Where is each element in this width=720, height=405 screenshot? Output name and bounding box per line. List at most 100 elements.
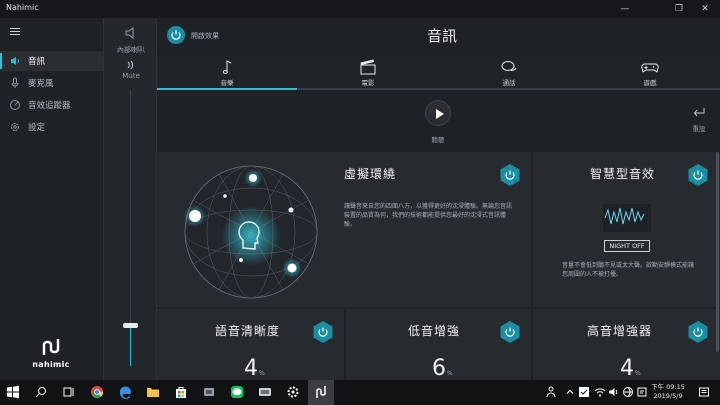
mute-label[interactable]: Mute <box>104 72 158 80</box>
smart-volume-power-button[interactable] <box>687 163 709 187</box>
music-note-icon <box>222 60 232 74</box>
store-button[interactable] <box>168 380 194 405</box>
volume-panel: 內部喇叭 Mute <box>103 18 157 380</box>
volume-icon[interactable] <box>608 386 620 398</box>
sidebar-item-audio[interactable]: 音訊 <box>0 51 103 71</box>
play-label: 聽聽 <box>431 136 445 144</box>
clock[interactable]: 下午 09:15 2019/5/9 <box>648 383 688 401</box>
volume-slider-handle[interactable] <box>123 322 138 328</box>
play-button[interactable] <box>425 100 451 126</box>
globe-icon[interactable] <box>622 386 634 398</box>
chevron-up-icon[interactable] <box>565 387 575 397</box>
chat-bubble-icon <box>501 61 517 72</box>
tab-label: 遊戲 <box>643 79 657 87</box>
microphone-icon <box>11 77 19 88</box>
voice-clarity-value: 4% <box>244 356 265 381</box>
active-tab-indicator <box>157 88 297 90</box>
surround-power-button[interactable] <box>499 163 521 187</box>
app-button[interactable] <box>252 380 278 405</box>
folder-icon <box>147 388 159 397</box>
night-mode-badge[interactable]: NIGHT OFF <box>604 240 650 252</box>
card-title: 低音增強 <box>408 324 461 338</box>
chrome-button[interactable] <box>84 380 110 405</box>
gear-icon <box>11 123 19 131</box>
start-button[interactable] <box>0 380 26 405</box>
clock-date: 2019/5/9 <box>653 392 683 400</box>
speaker-icon <box>11 57 19 65</box>
reset-icon[interactable] <box>692 107 706 119</box>
reset-label[interactable]: 重設 <box>685 123 713 133</box>
wifi-icon[interactable] <box>594 386 606 398</box>
task-view-button[interactable] <box>56 380 82 405</box>
input-method-icon[interactable] <box>636 386 648 398</box>
card-title: 語音清晰度 <box>215 324 281 338</box>
scrollbar[interactable] <box>716 152 719 352</box>
sidebar-item-label: 麥克風 <box>28 79 54 89</box>
sidebar-item-label: 音效追蹤器 <box>28 101 71 111</box>
sidebar-item-tracker[interactable]: 音效追蹤器 <box>0 95 103 115</box>
main-panel: 開啟效果 音訊 音樂 電影 通話 遊戲 聽聽 重設 虛擬環繞 讓聲音來自您的四面… <box>157 18 720 381</box>
sphere-illustration <box>184 165 318 299</box>
smart-volume-card: 智慧型音效 NIGHT OFF 音量不會低到聽不見或太大聲。啟動安靜模式能讓您周… <box>533 152 720 307</box>
tab-label: 電影 <box>361 79 375 87</box>
tab-label: 音樂 <box>220 79 234 87</box>
speaker-icon[interactable] <box>124 26 138 40</box>
brand-logo: nahimic <box>25 338 77 369</box>
voice-clarity-power-button[interactable] <box>312 320 334 344</box>
treble-power-button[interactable] <box>687 320 709 344</box>
surround-card: 虛擬環繞 讓聲音來自您的四面八方，以獲得更好的沈浸體驗。無論您音訊裝置的品質為何… <box>157 152 531 307</box>
sidebar-item-label: 設定 <box>28 123 46 133</box>
tracker-icon <box>10 100 20 110</box>
bass-boost-card: 低音增強 6% <box>346 309 531 381</box>
page-title: 音訊 <box>426 27 457 45</box>
file-explorer-button[interactable] <box>140 380 166 405</box>
treble-card: 高音增強器 4% <box>533 309 720 381</box>
voice-clarity-card: 語音清晰度 4% <box>157 309 344 381</box>
card-title: 高音增強器 <box>587 324 653 338</box>
bass-boost-power-button[interactable] <box>499 320 521 344</box>
taskbar: 下午 09:15 2019/5/9 <box>0 380 720 405</box>
tab-call[interactable]: 通話 <box>439 55 579 91</box>
clock-time: 下午 09:15 <box>651 383 685 391</box>
volume-fill <box>130 324 131 366</box>
tab-music[interactable]: 音樂 <box>157 55 297 91</box>
sound-wave-icon[interactable] <box>126 60 136 70</box>
search-icon <box>35 387 46 398</box>
play-icon <box>436 109 444 119</box>
menu-icon[interactable] <box>10 28 20 37</box>
card-title: 智慧型音效 <box>590 167 656 181</box>
card-description: 讓聲音來自您的四面八方，以獲得更好的沈浸體驗。無論您音訊裝置的品質為何，我們的技… <box>344 203 513 228</box>
app-button[interactable] <box>196 380 222 405</box>
tab-divider <box>298 88 720 90</box>
windows-icon <box>7 385 19 399</box>
sidebar-item-microphone[interactable]: 麥克風 <box>0 73 103 93</box>
gamepad-icon <box>641 63 659 73</box>
sidebar-item-label: 音訊 <box>28 57 46 67</box>
tab-movie[interactable]: 電影 <box>298 55 438 91</box>
clapperboard-icon <box>360 59 376 75</box>
line-button[interactable] <box>224 380 250 405</box>
store-icon <box>176 387 186 398</box>
edge-icon <box>119 386 131 399</box>
notification-icon[interactable] <box>698 386 710 398</box>
power-icon <box>171 30 181 40</box>
edge-button[interactable] <box>112 380 138 405</box>
line-icon <box>231 386 243 398</box>
app-icon <box>259 388 271 396</box>
close-button[interactable]: ✕ <box>692 1 718 17</box>
tab-game[interactable]: 遊戲 <box>580 55 720 91</box>
maximize-button[interactable]: ❐ <box>666 1 692 17</box>
tab-bar: 音樂 電影 通話 遊戲 <box>157 55 720 91</box>
effect-power-button[interactable] <box>167 26 185 44</box>
device-label: 內部喇叭 <box>117 46 145 54</box>
search-button[interactable] <box>28 380 54 405</box>
sidebar-item-settings[interactable]: 設定 <box>0 117 103 137</box>
nahimic-taskbar-button[interactable] <box>308 380 334 405</box>
settings-button[interactable] <box>280 380 306 405</box>
minimize-button[interactable]: — <box>612 1 638 17</box>
waveform-icon <box>603 204 651 232</box>
person-icon[interactable] <box>545 386 557 398</box>
check-icon[interactable] <box>578 386 590 398</box>
tab-label: 通話 <box>502 79 516 87</box>
bass-boost-value: 6% <box>432 356 453 381</box>
